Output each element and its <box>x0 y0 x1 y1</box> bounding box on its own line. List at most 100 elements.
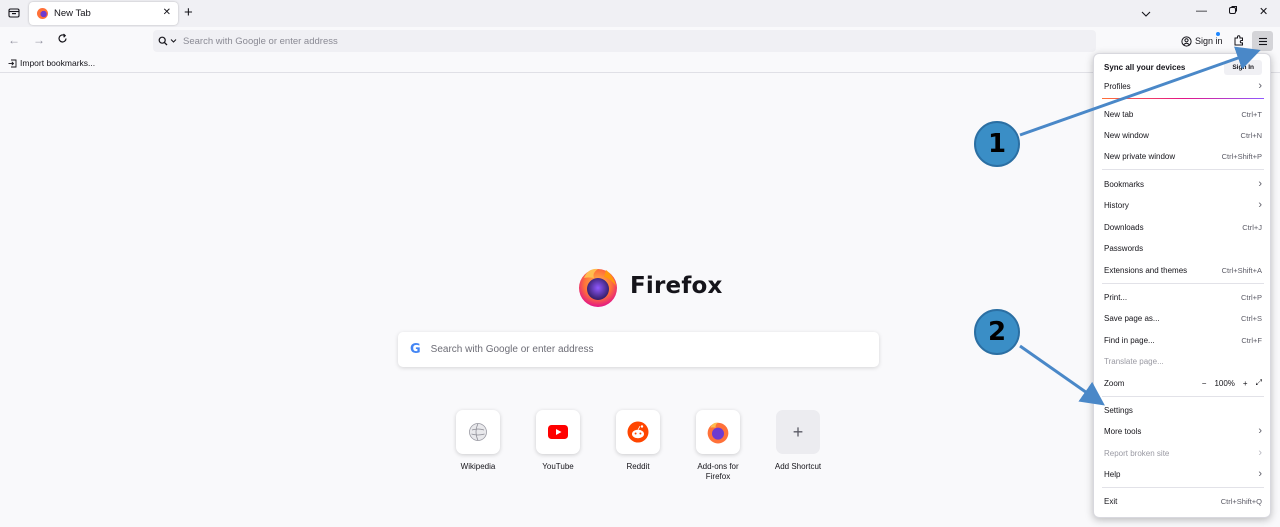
close-window-button[interactable]: ✕ <box>1259 5 1268 18</box>
firefox-view-button[interactable] <box>4 4 24 22</box>
zoom-controls: − 100% + ⤢ <box>1202 378 1262 388</box>
menu-shortcut-key: Ctrl+Shift+P <box>1221 151 1262 161</box>
new-tab-button[interactable]: + <box>184 4 193 22</box>
menu-item-report-broken-site: Report broken site › <box>1094 443 1272 463</box>
add-shortcut[interactable]: + Add Shortcut <box>758 410 838 472</box>
menu-item-new-private-window[interactable]: New private window Ctrl+Shift+P <box>1094 146 1272 166</box>
reload-button[interactable] <box>57 33 68 47</box>
menu-item-downloads[interactable]: Downloads Ctrl+J <box>1094 217 1272 237</box>
menu-item-label: Find in page... <box>1104 335 1155 345</box>
menu-item-print[interactable]: Print... Ctrl+P <box>1094 287 1272 307</box>
chevron-right-icon: › <box>1258 80 1262 92</box>
account-icon <box>1181 35 1192 47</box>
application-menu-button[interactable] <box>1252 31 1273 51</box>
menu-item-label: Extensions and themes <box>1104 265 1188 275</box>
menu-item-new-window[interactable]: New window Ctrl+N <box>1094 125 1272 145</box>
menu-separator <box>1102 169 1264 170</box>
menu-item-label: Save page as... <box>1104 313 1160 323</box>
menu-item-label: Passwords <box>1104 243 1144 253</box>
import-bookmarks-label: Import bookmarks... <box>20 58 96 68</box>
bookmarks-toolbar: Import bookmarks... <box>0 55 1280 73</box>
chevron-down-icon <box>170 39 177 43</box>
menu-item-extensions[interactable]: Extensions and themes Ctrl+Shift+A <box>1094 260 1272 280</box>
menu-item-more-tools[interactable]: More tools › <box>1094 421 1272 441</box>
sync-label: Sync all your devices <box>1104 62 1186 72</box>
menu-item-label: Help <box>1104 469 1121 479</box>
firefox-favicon-icon <box>37 8 48 19</box>
chevron-down-icon <box>1141 11 1151 17</box>
tab-title: New Tab <box>54 8 91 19</box>
extensions-button[interactable] <box>1233 33 1245 51</box>
shortcut-reddit[interactable]: Reddit <box>598 410 678 472</box>
menu-item-passwords[interactable]: Passwords <box>1094 238 1272 258</box>
zoom-out-button[interactable]: − <box>1202 379 1207 388</box>
menu-item-help[interactable]: Help › <box>1094 464 1272 484</box>
import-icon <box>8 59 17 67</box>
menu-item-label: Report broken site <box>1104 448 1170 458</box>
firefox-logo-icon <box>579 268 617 307</box>
tab-new-tab[interactable]: New Tab ✕ <box>29 2 178 25</box>
menu-item-zoom: Zoom − 100% + ⤢ <box>1094 373 1272 393</box>
menu-item-new-tab[interactable]: New tab Ctrl+T <box>1094 104 1272 124</box>
shortcut-tile <box>616 410 660 454</box>
import-bookmarks-button[interactable]: Import bookmarks... <box>8 58 95 68</box>
shortcut-label: YouTube <box>542 462 574 471</box>
menu-item-label: New private window <box>1104 151 1176 161</box>
puzzle-icon <box>1234 35 1243 46</box>
reload-icon <box>58 33 67 43</box>
menu-item-find-in-page[interactable]: Find in page... Ctrl+F <box>1094 330 1272 350</box>
shortcut-tile <box>696 410 740 454</box>
menu-item-label: Exit <box>1104 496 1118 506</box>
chevron-right-icon: › <box>1258 178 1262 190</box>
address-bar-placeholder: Search with Google or enter address <box>183 35 338 47</box>
notification-dot <box>1216 32 1220 36</box>
menu-item-label: More tools <box>1104 426 1142 436</box>
menu-item-settings[interactable]: Settings <box>1094 400 1272 420</box>
wikipedia-icon <box>469 423 487 441</box>
menu-item-label: Zoom <box>1104 378 1125 388</box>
new-tab-search-box[interactable]: G Search with Google or enter address <box>398 332 879 367</box>
menu-item-save-page[interactable]: Save page as... Ctrl+S <box>1094 308 1272 328</box>
menu-item-bookmarks[interactable]: Bookmarks › <box>1094 174 1272 194</box>
fullscreen-icon[interactable]: ⤢ <box>1256 378 1262 388</box>
address-bar[interactable]: Search with Google or enter address <box>153 30 1096 52</box>
shortcut-addons[interactable]: Add-ons for Firefox <box>678 410 758 482</box>
menu-item-exit[interactable]: Exit Ctrl+Shift+Q <box>1094 491 1272 511</box>
menu-shortcut-key: Ctrl+S <box>1240 313 1262 323</box>
menu-shortcut-key: Ctrl+T <box>1241 109 1262 119</box>
menu-item-label: New window <box>1104 130 1149 140</box>
zoom-reset-button[interactable]: 100% <box>1214 379 1234 388</box>
list-all-tabs-button[interactable] <box>1140 6 1152 24</box>
zoom-in-button[interactable]: + <box>1243 379 1248 388</box>
shortcut-label: Add-ons for Firefox <box>697 462 739 481</box>
menu-separator <box>1102 487 1264 488</box>
menu-item-profiles[interactable]: Profiles › <box>1094 76 1272 96</box>
hamburger-menu-icon <box>1258 37 1267 45</box>
menu-item-history[interactable]: History › <box>1094 195 1272 215</box>
search-icon <box>158 36 168 46</box>
shortcut-label: Wikipedia <box>460 462 496 471</box>
menu-item-label: Translate page... <box>1104 356 1164 366</box>
shortcut-wikipedia[interactable]: Wikipedia <box>438 410 518 472</box>
menu-shortcut-key: Ctrl+P <box>1240 292 1262 302</box>
plus-icon: + <box>792 421 804 442</box>
tab-strip: New Tab ✕ + — ✕ <box>0 0 1280 27</box>
menu-item-label: History <box>1104 200 1129 210</box>
menu-sign-in-button[interactable]: Sign In <box>1224 59 1262 75</box>
menu-item-translate-page: Translate page... <box>1094 351 1272 371</box>
youtube-icon <box>548 425 568 439</box>
menu-item-label: Settings <box>1104 405 1133 415</box>
menu-item-sync[interactable]: Sync all your devices Sign In <box>1094 57 1272 77</box>
restore-button[interactable] <box>1228 5 1238 18</box>
back-button[interactable]: ← <box>8 33 20 47</box>
shortcut-tile <box>456 410 500 454</box>
search-engine-button[interactable] <box>158 36 177 46</box>
firefox-brand: Firefox <box>576 264 723 308</box>
shortcut-youtube[interactable]: YouTube <box>518 410 598 472</box>
shortcut-tile <box>536 410 580 454</box>
forward-button[interactable]: → <box>33 33 45 47</box>
chevron-right-icon: › <box>1258 447 1262 459</box>
minimize-button[interactable]: — <box>1196 5 1207 17</box>
close-tab-icon[interactable]: ✕ <box>163 7 171 18</box>
shortcut-label: Add Shortcut <box>774 462 822 471</box>
